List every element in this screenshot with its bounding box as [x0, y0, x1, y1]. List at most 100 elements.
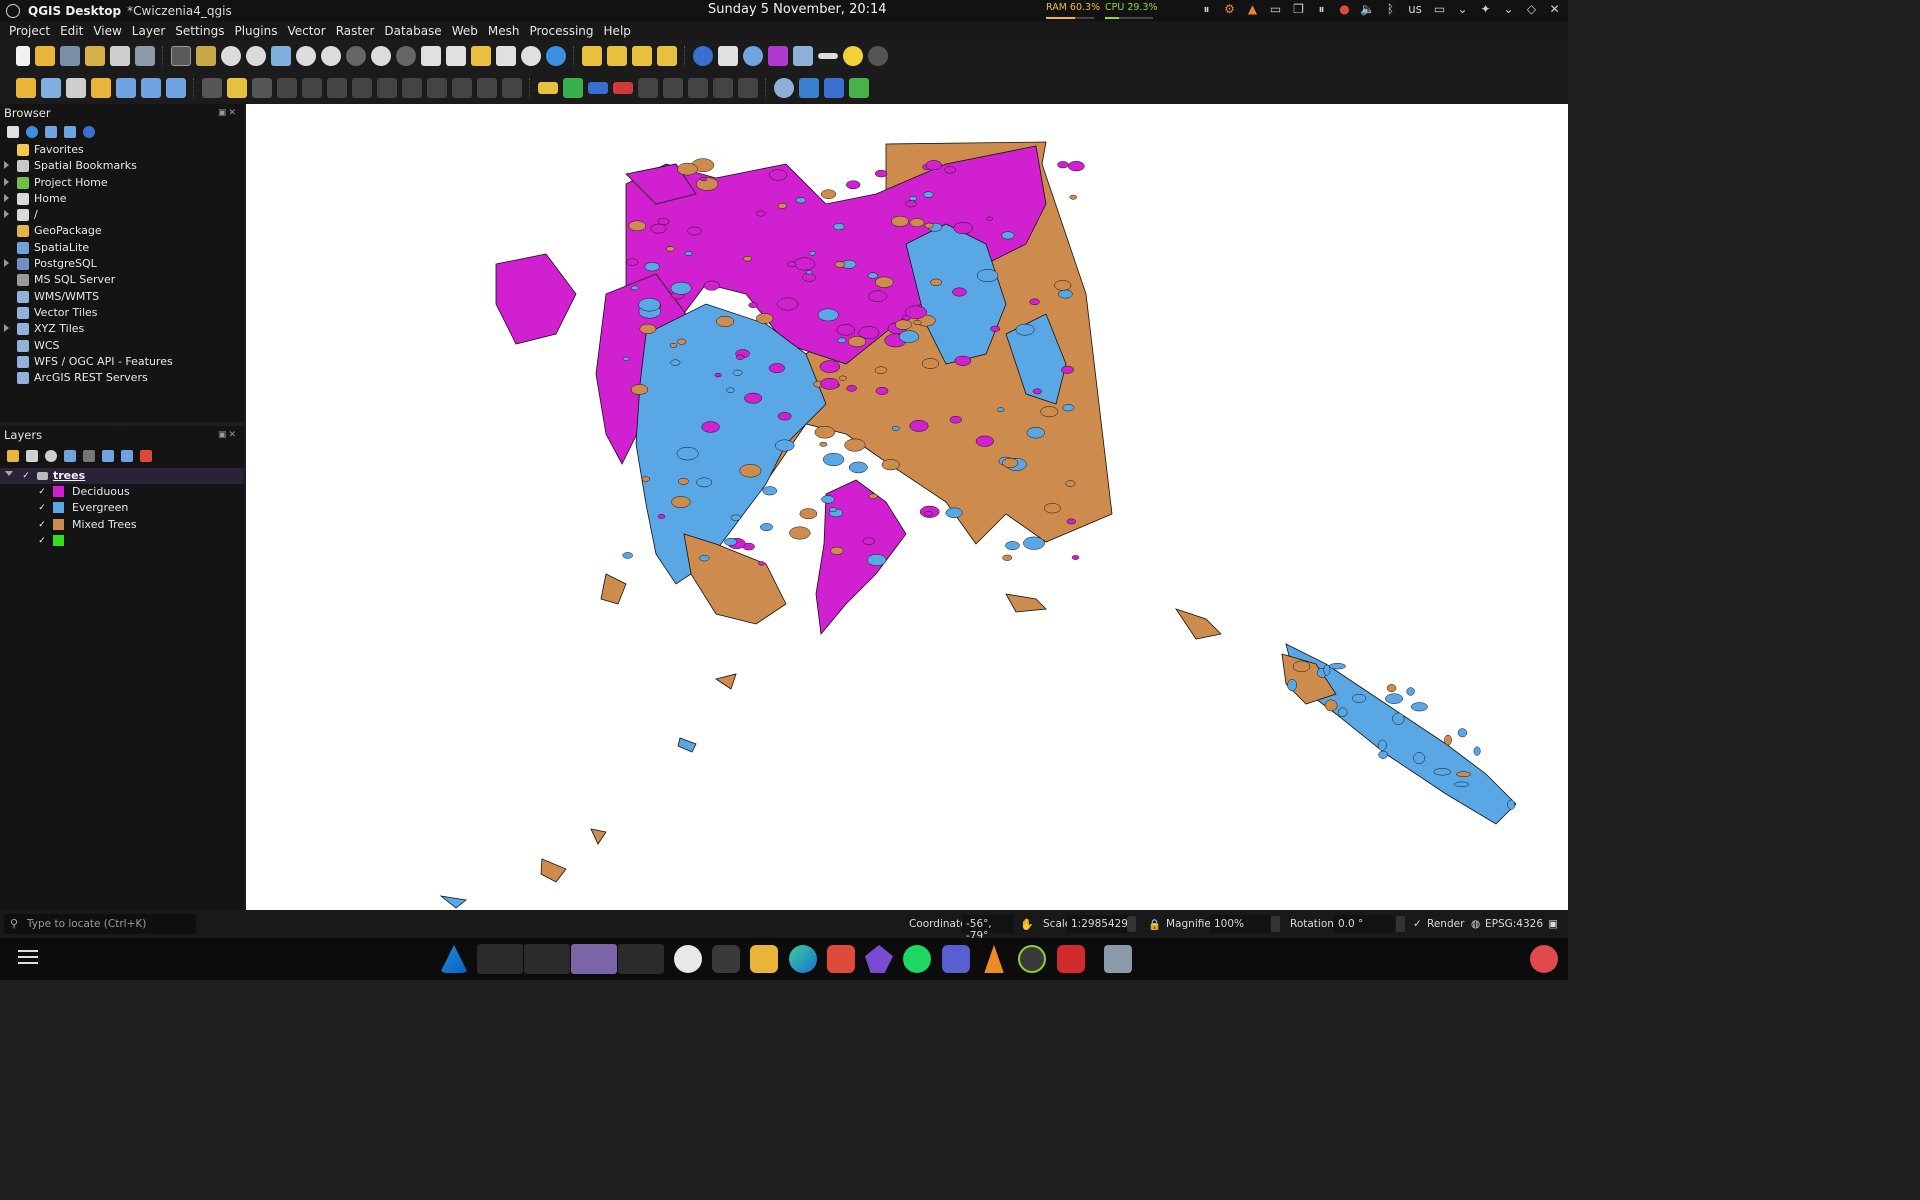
crs-label[interactable]: EPSG:4326	[1485, 918, 1543, 930]
map-polygon[interactable]	[953, 222, 973, 235]
zoom-last-icon[interactable]	[371, 46, 391, 66]
plugin-update-icon[interactable]	[849, 78, 869, 98]
map-polygon[interactable]	[1067, 160, 1085, 172]
map-polygon[interactable]	[1410, 702, 1428, 712]
map-polygon[interactable]	[439, 895, 467, 909]
cut-features-icon[interactable]	[402, 78, 422, 98]
render-checkbox[interactable]: ✓	[1413, 918, 1422, 930]
manage-visibility-eye-icon[interactable]	[45, 450, 57, 462]
browser-item[interactable]: GeoPackage	[0, 223, 244, 239]
map-polygon[interactable]	[990, 325, 1001, 332]
zoom-full-icon[interactable]	[271, 46, 291, 66]
location-icon[interactable]: ●	[1337, 2, 1352, 17]
browser-item[interactable]: Project Home	[0, 175, 244, 191]
map-polygon[interactable]	[1032, 388, 1042, 395]
map-polygon[interactable]	[590, 828, 607, 845]
map-polygon[interactable]	[875, 386, 889, 395]
identify-features-icon[interactable]	[693, 46, 713, 66]
map-polygon[interactable]	[677, 737, 697, 753]
copy-features-icon[interactable]	[427, 78, 447, 98]
browser-item[interactable]: WFS / OGC API - Features	[0, 354, 244, 370]
expand-arrow-icon[interactable]	[4, 210, 9, 219]
map-polygon[interactable]	[1040, 406, 1059, 418]
terminal-icon[interactable]	[712, 945, 740, 973]
map-polygon[interactable]	[777, 412, 792, 421]
map-features[interactable]	[246, 104, 1568, 910]
menu-plugins[interactable]: Plugins	[229, 24, 282, 38]
collapse-all-icon[interactable]	[64, 126, 76, 138]
map-polygon[interactable]	[1457, 728, 1468, 738]
map-polygon[interactable]	[930, 278, 943, 286]
expand-all-icon[interactable]	[102, 450, 114, 462]
browser-item[interactable]: PostgreSQL	[0, 256, 244, 272]
map-polygon[interactable]	[894, 319, 912, 330]
rotate-label-icon[interactable]	[663, 78, 683, 98]
pan-hand-icon[interactable]	[171, 46, 191, 66]
zoom-to-layer-icon[interactable]	[321, 46, 341, 66]
browser-item[interactable]: SpatiaLite	[0, 240, 244, 256]
bluetooth-icon[interactable]: ᛒ	[1383, 2, 1398, 17]
magnifier-spinner[interactable]	[1271, 916, 1280, 932]
map-polygon[interactable]	[1377, 739, 1387, 751]
info-icon[interactable]	[83, 126, 95, 138]
panel-float-close-icons[interactable]: ▣✕	[218, 430, 238, 440]
panel-float-close-icons[interactable]: ▣✕	[218, 108, 238, 118]
collapse-arrow-icon[interactable]	[5, 471, 13, 476]
map-polygon[interactable]	[808, 251, 816, 256]
map-polygon[interactable]	[799, 508, 818, 520]
map-polygon[interactable]	[913, 319, 922, 326]
label-pinned-icon[interactable]	[613, 82, 633, 94]
menu-settings[interactable]: Settings	[170, 24, 229, 38]
map-polygon[interactable]	[748, 302, 758, 308]
pin-icon[interactable]: ✦	[1478, 2, 1493, 17]
map-polygon[interactable]	[666, 246, 675, 252]
legend-class-row[interactable]: ✓	[0, 533, 244, 549]
undo-icon[interactable]	[477, 78, 497, 98]
map-polygon[interactable]	[1352, 693, 1367, 703]
layer-row-trees[interactable]: ✓ trees	[0, 468, 244, 484]
move-feature-icon[interactable]	[302, 78, 322, 98]
map-polygon[interactable]	[1058, 289, 1073, 299]
map-polygon[interactable]	[1065, 480, 1076, 487]
show-hide-labels-icon[interactable]	[713, 78, 733, 98]
statistics-sigma-icon[interactable]	[768, 46, 788, 66]
map-polygon[interactable]	[724, 537, 738, 546]
map-polygon[interactable]	[1015, 323, 1035, 336]
edit-pencil-icon[interactable]	[202, 78, 222, 98]
browser-item[interactable]: MS SQL Server	[0, 272, 244, 288]
filter-by-expression-icon[interactable]	[83, 450, 95, 462]
legend-class-row[interactable]: ✓ Deciduous	[0, 484, 244, 500]
open-project-icon[interactable]	[35, 46, 55, 66]
map-polygon[interactable]	[676, 446, 699, 461]
menu-mesh[interactable]: Mesh	[483, 24, 525, 38]
chevron-down-icon[interactable]: ⌄	[1455, 2, 1470, 17]
digitize-icon[interactable]	[91, 78, 111, 98]
map-polygon[interactable]	[1057, 161, 1069, 169]
map-polygon[interactable]	[641, 476, 651, 482]
toggle-extent-icon[interactable]: ✋	[1020, 918, 1034, 931]
map-polygon[interactable]	[1386, 684, 1397, 693]
legend-class-row[interactable]: ✓ Mixed Trees	[0, 517, 244, 533]
zoom-to-selection-icon[interactable]	[296, 46, 316, 66]
map-polygon[interactable]	[924, 510, 933, 517]
browser-item[interactable]: ArcGIS REST Servers	[0, 370, 244, 386]
map-polygon[interactable]	[908, 195, 918, 202]
map-polygon[interactable]	[795, 197, 807, 204]
teams-icon[interactable]	[942, 945, 970, 973]
save-as-icon[interactable]	[85, 46, 105, 66]
map-polygon[interactable]	[626, 258, 639, 266]
save-edits-icon[interactable]	[252, 78, 272, 98]
map-polygon[interactable]	[638, 297, 661, 312]
map-polygon[interactable]	[1002, 457, 1019, 468]
help-icon[interactable]	[824, 78, 844, 98]
map-polygon[interactable]	[945, 507, 963, 519]
add-virtual-layer-icon[interactable]	[166, 78, 186, 98]
open-styling-panel-icon[interactable]	[7, 450, 19, 462]
rotation-field[interactable]: 0.0 °	[1334, 915, 1394, 933]
settings-gear-icon[interactable]	[674, 945, 702, 973]
map-polygon[interactable]	[829, 507, 837, 513]
expand-arrow-icon[interactable]	[4, 161, 9, 170]
plugin-gear-icon[interactable]	[868, 46, 888, 66]
map-polygon[interactable]	[1071, 555, 1080, 560]
map-polygon[interactable]	[744, 392, 763, 404]
